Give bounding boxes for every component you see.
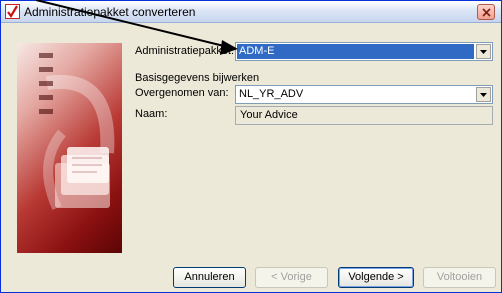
title-bar[interactable]: Administratiepakket converteren xyxy=(1,1,501,23)
name-value: Your Advice xyxy=(240,109,298,121)
converter-dialog: Administratiepakket converteren Administ… xyxy=(0,0,502,293)
previous-button[interactable]: < Vorige xyxy=(255,267,328,288)
package-label: Administratiepakket: xyxy=(135,45,235,57)
folder-arrow-illustration xyxy=(43,74,115,211)
chevron-down-icon xyxy=(480,93,487,97)
cancel-button[interactable]: Annuleren xyxy=(173,267,246,288)
checkmark-app-icon xyxy=(5,4,20,19)
window-title: Administratiepakket converteren xyxy=(24,5,196,19)
close-icon xyxy=(481,8,491,17)
decor-dash xyxy=(39,109,53,114)
dropdown-button[interactable] xyxy=(476,44,491,59)
source-label: Overgenomen van: xyxy=(135,87,229,99)
name-field: Your Advice xyxy=(235,106,493,125)
name-label: Naam: xyxy=(135,108,168,120)
wizard-illustration xyxy=(17,43,122,253)
decor-dash xyxy=(39,67,53,72)
source-combobox[interactable]: NL_YR_ADV xyxy=(235,85,493,104)
dropdown-button[interactable] xyxy=(476,87,491,102)
decor-dash xyxy=(39,95,53,100)
package-combobox[interactable]: ADM-E xyxy=(235,42,493,61)
package-value: ADM-E xyxy=(239,45,275,57)
close-button[interactable] xyxy=(477,4,495,20)
decor-dash xyxy=(39,53,53,58)
next-button[interactable]: Volgende > xyxy=(338,267,414,288)
section-label: Basisgegevens bijwerken xyxy=(135,72,260,84)
chevron-down-icon xyxy=(480,50,487,54)
source-value: NL_YR_ADV xyxy=(239,88,304,100)
finish-button[interactable]: Voltooien xyxy=(423,267,496,288)
decor-dash xyxy=(39,81,53,86)
